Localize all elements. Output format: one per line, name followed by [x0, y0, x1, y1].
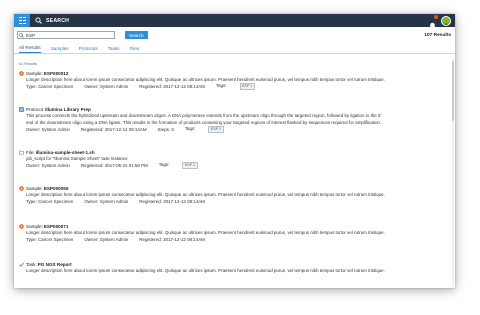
meta-registered: Registered: 2017-12-12 08:14AM [80, 127, 147, 132]
list-item: Task: PG NGS Report Longer description h… [19, 261, 441, 274]
avatar[interactable] [441, 15, 451, 26]
protocol-icon [19, 106, 24, 112]
search-field[interactable] [17, 31, 115, 39]
tab-tasks[interactable]: Tasks [108, 46, 120, 53]
meta-type: Type: Cancer Specimen [26, 237, 74, 242]
result-kind: Sample: [26, 70, 43, 76]
result-kind: Task: [26, 261, 37, 267]
result-name[interactable]: ESP000071 [44, 224, 69, 229]
tags-label: Tags: [158, 162, 170, 168]
search-icon[interactable] [35, 17, 42, 24]
result-description: Longer description here about lorem ipsu… [26, 77, 385, 82]
result-tabs: All Results Samples Protocols Tasks File… [14, 45, 455, 54]
list-item: Sample: ESP000071 Longer description her… [19, 223, 441, 243]
meta-type: Type: Cancer Specimen [26, 84, 74, 89]
meta-owner: Owner: System Admin [84, 84, 129, 89]
search-button[interactable]: Search [125, 31, 148, 39]
list-item: File: illumina-sample-sheet-1.sh job_scr… [19, 149, 441, 169]
tab-samples[interactable]: Samples [51, 46, 69, 53]
result-description: This process connects the hybridized ups… [26, 113, 382, 118]
result-description: end of the downstream oligo using a DNA … [26, 120, 382, 125]
top-navbar: SEARCH [14, 14, 455, 30]
result-meta: Owner: System Admin Registered: 2017-12-… [26, 126, 441, 133]
tab-all-results[interactable]: All Results [19, 45, 41, 53]
result-meta: Type: Cancer Specimen Owner: System Admi… [26, 236, 441, 243]
result-kind: Protocol: [26, 106, 45, 112]
scrollbar[interactable] [452, 59, 454, 288]
meta-owner: Owner: System Admin [26, 127, 70, 132]
result-meta: Type: Cancer Specimen Owner: System Admi… [26, 198, 441, 205]
meta-owner: Owner: System Admin [84, 199, 129, 204]
tab-protocols[interactable]: Protocols [79, 46, 98, 53]
results-count: 107 Results [424, 32, 451, 38]
scrollbar-thumb[interactable] [452, 61, 454, 121]
sample-icon [19, 223, 24, 229]
meta-registered: Registered: 2017-05-22 01:58 PM [80, 163, 148, 168]
result-name[interactable]: illumina-sample-sheet-1.sh [36, 150, 95, 155]
tab-files[interactable]: Files [129, 46, 139, 53]
search-row: Search 107 Results [17, 31, 451, 39]
meta-type: Type: Cancer Specimen [26, 199, 74, 204]
notification-badge [434, 15, 438, 19]
meta-tags: Tags: ESP 1 [215, 83, 266, 90]
meta-owner: Owner: System Admin [26, 163, 70, 168]
tags-label: Tags: [184, 126, 196, 132]
tag-badge[interactable]: ESP 1 [182, 162, 198, 169]
results-list: 61 Results Sample: ESP000012 Longer desc… [14, 57, 449, 288]
tags-label: Tags: [215, 83, 227, 89]
list-item: Sample: ESP000012 Longer description her… [19, 70, 441, 90]
result-description: Longer description here about lorem ipsu… [26, 192, 385, 197]
meta-registered: Registered: 2017-12-12 08:14AM [139, 237, 205, 242]
result-kind: Sample: [26, 185, 43, 191]
meta-tags: Tags: ESP 1 [184, 126, 235, 133]
sample-icon [19, 185, 24, 191]
folder-icon [19, 150, 24, 155]
grid-menu-icon[interactable] [14, 14, 30, 27]
result-name[interactable]: ESP000055 [44, 186, 69, 191]
result-description: job_script for "Illumina Sample Sheet" t… [26, 156, 128, 161]
result-meta: Type: Cancer Specimen Owner: System Admi… [26, 83, 441, 90]
result-name[interactable]: ESP000012 [44, 71, 69, 76]
search-nav-label[interactable]: SEARCH [46, 18, 69, 24]
task-check-icon [19, 262, 24, 267]
meta-owner: Owner: System Admin [84, 237, 129, 242]
meta-registered: Registered: 2017-12-12 08:14AM [139, 199, 205, 204]
tag-badge[interactable]: ESP 1 [208, 126, 224, 133]
result-kind: Sample: [26, 223, 43, 229]
result-name[interactable]: Illumina Library Prep [45, 107, 91, 112]
result-description: Longer description here about lorem ipsu… [26, 268, 385, 273]
result-name[interactable]: PG NGS Report [38, 262, 72, 267]
meta-steps: Steps: 6 [157, 127, 174, 132]
tag-badge[interactable]: ESP 1 [239, 83, 255, 90]
list-item: Protocol: Illumina Library Prep This pro… [19, 106, 441, 133]
search-input[interactable] [24, 32, 114, 38]
sample-icon [19, 70, 24, 76]
list-item: Sample: ESP000055 Longer description her… [19, 185, 441, 205]
app-window: SEARCH Search 107 Results All Result [14, 14, 455, 288]
result-description: Longer description here about lorem ipsu… [26, 230, 385, 235]
results-subcount: 61 Results [19, 62, 37, 66]
result-kind: File: [26, 149, 35, 155]
result-meta: Owner: System Admin Registered: 2017-05-… [26, 162, 441, 169]
meta-registered: Registered: 2017-12-12 08:14AM [139, 84, 205, 89]
meta-tags: Tags: ESP 1 [158, 162, 209, 169]
